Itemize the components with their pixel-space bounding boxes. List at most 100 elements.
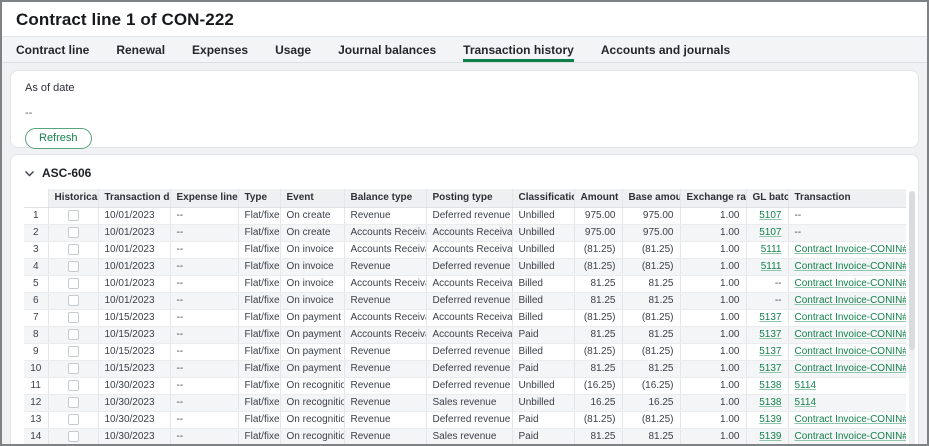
historical-checkbox[interactable] <box>68 363 79 374</box>
historical-checkbox[interactable] <box>68 210 79 221</box>
title-bar: Contract line 1 of CON-222 <box>2 2 927 36</box>
gl_batch-link[interactable]: 5137 <box>759 346 781 357</box>
date-cell: 10/01/2023 <box>98 292 170 309</box>
gl_batch-link[interactable]: 5139 <box>759 431 781 442</box>
gl_batch-link[interactable]: 5138 <box>759 397 781 408</box>
gl_batch-cell: 5137 <box>746 360 788 377</box>
tab-expenses[interactable]: Expenses <box>192 37 248 62</box>
transaction-link[interactable]: Contract Invoice-CONIN#0325#doc <box>795 312 907 323</box>
transaction-cell: 5114 <box>788 377 906 394</box>
event-cell: On recognition <box>280 428 344 445</box>
classification-cell: Unbilled <box>512 258 574 275</box>
transaction-link[interactable]: 5114 <box>795 380 817 391</box>
base_amount-cell: 16.25 <box>622 394 680 411</box>
transaction-link[interactable]: 5114 <box>795 397 817 408</box>
num-cell: 11 <box>24 377 48 394</box>
tab-accounts-and-journals[interactable]: Accounts and journals <box>601 37 730 62</box>
classification-cell: Paid <box>512 360 574 377</box>
chevron-down-icon[interactable] <box>24 168 35 179</box>
transaction-link[interactable]: Contract Invoice-CONIN#0325#doc <box>795 329 907 340</box>
refresh-button[interactable]: Refresh <box>25 128 92 149</box>
historical-checkbox[interactable] <box>68 397 79 408</box>
historical-checkbox[interactable] <box>68 295 79 306</box>
gl_batch-link[interactable]: 5137 <box>759 312 781 323</box>
date-cell: 10/15/2023 <box>98 309 170 326</box>
table-row: 1210/30/2023--Flat/fixedOn recognitionRe… <box>24 394 906 411</box>
table-row: 410/01/2023--Flat/fixedOn invoiceRevenue… <box>24 258 906 275</box>
transaction-link[interactable]: Contract Invoice-CONIN#0325#doc <box>795 363 907 374</box>
transaction-link[interactable]: Contract Invoice-CONIN#0325#doc <box>795 261 907 272</box>
base_amount-cell: (81.25) <box>622 309 680 326</box>
expense_line-cell: -- <box>170 241 238 258</box>
amount-cell: (81.25) <box>574 241 622 258</box>
event-cell: On create <box>280 207 344 224</box>
scrollbar-thumb[interactable] <box>909 191 915 350</box>
transaction-link[interactable]: Contract Invoice-CONIN#0325#doc <box>795 295 907 306</box>
base_amount-cell: 975.00 <box>622 207 680 224</box>
date-cell: 10/15/2023 <box>98 360 170 377</box>
posting_type-cell: Accounts Receivable <box>426 309 512 326</box>
type-cell: Flat/fixed <box>238 394 280 411</box>
tab-renewal[interactable]: Renewal <box>116 37 165 62</box>
transaction-link[interactable]: Contract Invoice-CONIN#0325#doc <box>795 244 907 255</box>
historical-checkbox[interactable] <box>68 414 79 425</box>
transaction-cell: Contract Invoice-CONIN#0325#doc <box>788 275 906 292</box>
as-of-date-card: As of date -- Refresh <box>10 70 919 148</box>
date-cell: 10/01/2023 <box>98 224 170 241</box>
column-header-base_amount: Base amount <box>622 189 680 207</box>
column-header-historical: Historical <box>48 189 98 207</box>
historical-checkbox[interactable] <box>68 312 79 323</box>
amount-cell: 975.00 <box>574 224 622 241</box>
base_amount-cell: 975.00 <box>622 224 680 241</box>
historical-checkbox[interactable] <box>68 346 79 357</box>
page-title: Contract line 1 of CON-222 <box>16 10 913 30</box>
transaction-link[interactable]: Contract Invoice-CONIN#0325#doc <box>795 278 907 289</box>
historical-checkbox[interactable] <box>68 278 79 289</box>
historical-checkbox[interactable] <box>68 431 79 442</box>
num-cell: 1 <box>24 207 48 224</box>
num-cell: 9 <box>24 343 48 360</box>
table-scrollbar[interactable] <box>909 191 915 446</box>
date-cell: 10/01/2023 <box>98 207 170 224</box>
classification-cell: Unbilled <box>512 207 574 224</box>
historical-checkbox[interactable] <box>68 244 79 255</box>
classification-cell: Billed <box>512 343 574 360</box>
gl_batch-link[interactable]: 5107 <box>759 210 781 221</box>
gl_batch-cell: 5111 <box>746 258 788 275</box>
gl_batch-cell: -- <box>746 275 788 292</box>
posting_type-cell: Sales revenue <box>426 428 512 445</box>
tab-transaction-history[interactable]: Transaction history <box>463 37 574 62</box>
tab-contract-line[interactable]: Contract line <box>16 37 89 62</box>
gl_batch-link[interactable]: 5111 <box>761 261 782 272</box>
balance_type-cell: Revenue <box>344 428 426 445</box>
transaction-table: HistoricalTransaction dateExpense line n… <box>24 189 906 446</box>
amount-cell: (81.25) <box>574 258 622 275</box>
classification-cell: Billed <box>512 275 574 292</box>
historical-cell <box>48 360 98 377</box>
asc606-section-header[interactable]: ASC-606 <box>11 155 918 188</box>
transaction-link[interactable]: Contract Invoice-CONIN#0325#doc <box>795 431 907 442</box>
transaction-link[interactable]: Contract Invoice-CONIN#0325#doc <box>795 414 907 425</box>
gl_batch-link[interactable]: 5137 <box>759 329 781 340</box>
historical-checkbox[interactable] <box>68 380 79 391</box>
type-cell: Flat/fixed <box>238 275 280 292</box>
num-cell: 3 <box>24 241 48 258</box>
balance_type-cell: Revenue <box>344 394 426 411</box>
gl_batch-link[interactable]: 5138 <box>759 380 781 391</box>
tab-usage[interactable]: Usage <box>275 37 311 62</box>
table-row: 710/15/2023--Flat/fixedOn paymentAccount… <box>24 309 906 326</box>
gl_batch-link[interactable]: 5139 <box>759 414 781 425</box>
historical-cell <box>48 207 98 224</box>
posting_type-cell: Deferred revenue <box>426 360 512 377</box>
gl_batch-link[interactable]: 5107 <box>759 227 781 238</box>
historical-checkbox[interactable] <box>68 261 79 272</box>
historical-checkbox[interactable] <box>68 227 79 238</box>
classification-cell: Paid <box>512 428 574 445</box>
transaction-link[interactable]: Contract Invoice-CONIN#0325#doc <box>795 346 907 357</box>
gl_batch-link[interactable]: 5137 <box>759 363 781 374</box>
tab-journal-balances[interactable]: Journal balances <box>338 37 436 62</box>
num-cell: 4 <box>24 258 48 275</box>
event-cell: On payment <box>280 326 344 343</box>
historical-checkbox[interactable] <box>68 329 79 340</box>
gl_batch-link[interactable]: 5111 <box>761 244 782 255</box>
